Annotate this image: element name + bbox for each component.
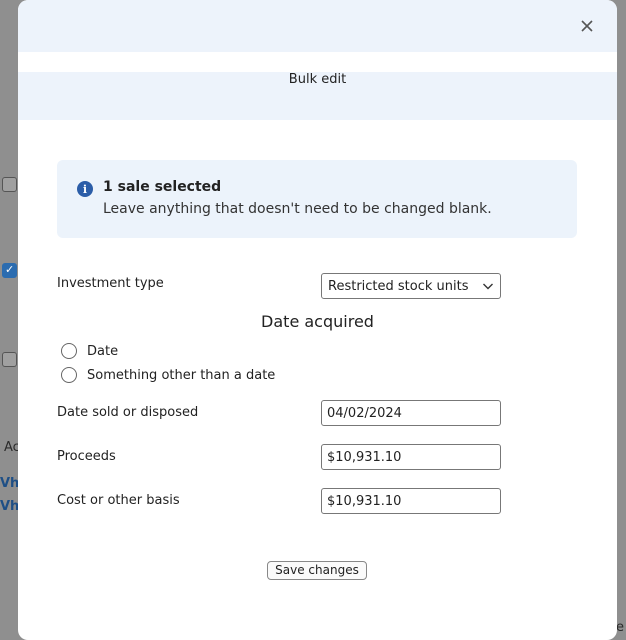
bulk-edit-dialog: Bulk edit i 1 sale selected Leave anythi… [18, 0, 617, 640]
radio-button[interactable] [61, 367, 77, 383]
info-title: 1 sale selected [103, 179, 222, 195]
proceeds-label: Proceeds [57, 449, 116, 464]
radio-option-other[interactable]: Something other than a date [61, 367, 275, 383]
date-sold-input[interactable] [321, 400, 501, 426]
investment-type-value: Restricted stock units [328, 278, 469, 294]
background-checkbox-checked [2, 263, 17, 278]
save-changes-button[interactable]: Save changes [267, 561, 367, 580]
radio-label: Date [87, 343, 119, 359]
dialog-header [18, 0, 617, 52]
radio-button[interactable] [61, 343, 77, 359]
investment-type-select[interactable]: Restricted stock units [321, 273, 501, 299]
info-icon: i [77, 181, 93, 197]
date-sold-label: Date sold or disposed [57, 405, 199, 420]
background-text: e [616, 620, 624, 635]
chevron-down-icon [483, 283, 493, 290]
date-acquired-heading: Date acquired [261, 312, 374, 331]
proceeds-input[interactable] [321, 444, 501, 470]
cost-basis-input[interactable] [321, 488, 501, 514]
background-checkbox [2, 177, 17, 192]
info-message: Leave anything that doesn't need to be c… [103, 201, 492, 217]
close-button[interactable] [575, 14, 599, 38]
radio-label: Something other than a date [87, 367, 276, 383]
cost-basis-label: Cost or other basis [57, 493, 180, 508]
background-checkbox [2, 352, 17, 367]
close-icon [581, 20, 593, 32]
radio-option-date[interactable]: Date [61, 343, 118, 359]
investment-type-label: Investment type [57, 276, 164, 291]
info-banner: i 1 sale selected Leave anything that do… [57, 160, 577, 238]
dialog-title: Bulk edit [288, 72, 347, 87]
